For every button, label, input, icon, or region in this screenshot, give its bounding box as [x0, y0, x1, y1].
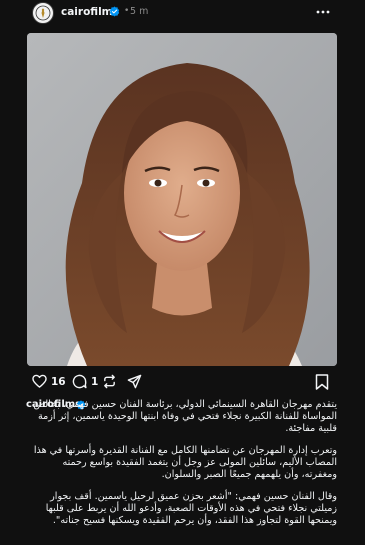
- comment-icon: [72, 374, 87, 389]
- repost-icon: [104, 374, 115, 389]
- caption-paragraph: يتقدم مهرجان القاهرة السينمائي الدولي، ب…: [33, 399, 337, 434]
- portrait-image: [27, 33, 337, 366]
- caption-paragraph: وتعرب إدارة المهرجان عن تضامنها الكامل م…: [33, 445, 337, 480]
- post-caption: يتقدم مهرجان القاهرة السينمائي الدولي، ب…: [26, 399, 337, 537]
- heart-icon: [32, 374, 47, 388]
- like-count: 16: [51, 375, 66, 388]
- bookmark-icon[interactable]: [315, 374, 329, 390]
- comment-button[interactable]: 1: [72, 374, 98, 389]
- like-button[interactable]: 16: [32, 374, 66, 389]
- post-actions: 16 1: [0, 372, 365, 394]
- share-icon: [127, 374, 142, 389]
- verified-badge-icon: [109, 6, 120, 17]
- post-card: cairofilms • 5 m 16 1 cairofilms يتقدم م…: [0, 0, 365, 545]
- share-button[interactable]: [127, 374, 142, 389]
- post-photo[interactable]: [27, 33, 337, 366]
- more-options-icon[interactable]: [315, 6, 331, 18]
- avatar[interactable]: [32, 2, 54, 24]
- separator-dot: •: [124, 6, 130, 16]
- caption-paragraph: وقال الفنان حسين فهمي: "أشعر بحزن عميق ل…: [45, 491, 337, 526]
- repost-button[interactable]: [102, 374, 117, 389]
- cairo-film-festival-logo-icon: [35, 5, 51, 21]
- post-header: cairofilms • 5 m: [0, 0, 365, 28]
- comment-count: 1: [91, 375, 99, 388]
- post-timestamp: 5 m: [130, 6, 149, 17]
